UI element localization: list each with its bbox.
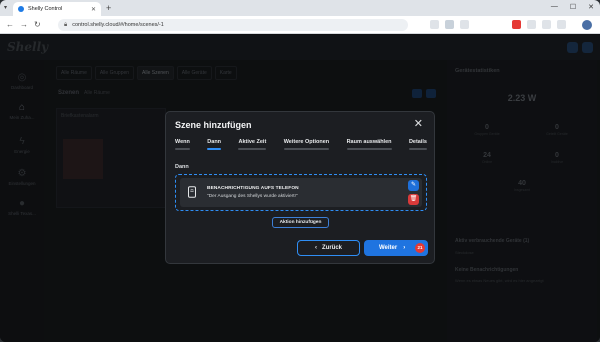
- step-label: Wenn: [175, 139, 190, 145]
- dialog-title: Szene hinzufügen: [175, 120, 252, 130]
- step-indicator: [346, 148, 392, 150]
- step-indicator: [408, 148, 427, 150]
- step-indicator: [238, 148, 267, 150]
- section-label: Dann: [175, 164, 189, 170]
- step-label: Raum auswählen: [346, 139, 392, 145]
- extension-icon[interactable]: [542, 20, 551, 29]
- back-button-label: Zurück: [321, 245, 342, 251]
- step-indicator: [207, 148, 222, 150]
- back-button[interactable]: ‹ Zurück: [297, 240, 360, 256]
- address-bar: ← → ↻ 🔒︎ control.shelly.cloud/#/home/sce…: [0, 16, 600, 34]
- close-window-icon[interactable]: ✕: [588, 3, 594, 11]
- browser-tab[interactable]: Shelly Control ✕: [13, 2, 101, 16]
- chevron-left-icon: ‹: [314, 245, 317, 251]
- close-icon[interactable]: ✕: [414, 119, 423, 130]
- action-description: "Der Ausgang des Shellys wurde aktiviert…: [207, 194, 298, 199]
- pencil-icon: ✎: [410, 182, 417, 188]
- profile-avatar[interactable]: [582, 20, 592, 30]
- minimize-icon[interactable]: —: [551, 3, 558, 11]
- next-button[interactable]: Weiter › 21: [364, 240, 428, 256]
- extension-icon[interactable]: [460, 20, 469, 29]
- next-button-label: Weiter: [379, 245, 398, 251]
- add-scene-dialog: Szene hinzufügen ✕ Wenn Dann Aktive Zeit…: [165, 111, 435, 264]
- window-controls: — ☐ ✕: [551, 3, 594, 11]
- add-action-button[interactable]: Aktion hinzufügen: [272, 217, 329, 228]
- step-count-badge: 21: [415, 243, 425, 253]
- favicon-icon: [18, 6, 24, 12]
- action-title: BENACHRICHTIGUNG AUFS TELEFON: [207, 186, 299, 191]
- forward-nav-icon[interactable]: →: [20, 20, 28, 30]
- step-wenn[interactable]: Wenn: [175, 139, 190, 150]
- close-tab-icon[interactable]: ✕: [91, 6, 96, 13]
- delete-action-button[interactable]: 🗑︎: [408, 194, 419, 205]
- maximize-icon[interactable]: ☐: [570, 3, 576, 11]
- step-weitere-optionen[interactable]: Weitere Optionen: [283, 139, 330, 150]
- step-label: Details: [408, 139, 427, 145]
- action-item[interactable]: BENACHRICHTIGUNG AUFS TELEFON "Der Ausga…: [180, 178, 422, 207]
- url-field[interactable]: 🔒︎ control.shelly.cloud/#/home/scenes/-1: [58, 19, 408, 31]
- edit-action-button[interactable]: ✎: [408, 180, 419, 191]
- step-label: Aktive Zeit: [238, 139, 267, 145]
- tab-strip: ▾ Shelly Control ✕ + — ☐ ✕: [0, 0, 600, 16]
- step-label: Dann: [207, 139, 222, 145]
- tab-title: Shelly Control: [28, 6, 63, 12]
- extension-icon[interactable]: [527, 20, 536, 29]
- action-dropzone: BENACHRICHTIGUNG AUFS TELEFON "Der Ausga…: [175, 174, 427, 211]
- back-nav-icon[interactable]: ←: [6, 20, 14, 30]
- trash-icon: 🗑︎: [409, 196, 418, 202]
- extension-icon[interactable]: [557, 20, 566, 29]
- step-raum-auswaehlen[interactable]: Raum auswählen: [346, 139, 392, 150]
- phone-notification-icon: [187, 186, 197, 201]
- url-text: control.shelly.cloud/#/home/scenes/-1: [72, 22, 164, 28]
- browser-window: ▾ Shelly Control ✕ + — ☐ ✕ ← → ↻ 🔒︎ cont…: [0, 0, 600, 342]
- step-aktive-zeit[interactable]: Aktive Zeit: [238, 139, 267, 150]
- extension-icon[interactable]: [430, 20, 439, 29]
- step-label: Weitere Optionen: [283, 139, 330, 145]
- step-indicator: [283, 148, 330, 150]
- new-tab-icon[interactable]: +: [106, 3, 111, 13]
- tab-search-icon[interactable]: ▾: [4, 4, 7, 11]
- extension-icon[interactable]: [445, 20, 454, 29]
- wizard-steps: Wenn Dann Aktive Zeit Weitere Optionen R…: [175, 139, 427, 150]
- step-dann[interactable]: Dann: [207, 139, 222, 150]
- lock-icon: 🔒︎: [64, 21, 68, 28]
- chevron-right-icon: ›: [403, 245, 406, 251]
- step-indicator: [175, 148, 190, 150]
- extension-icon[interactable]: [512, 20, 521, 29]
- step-details[interactable]: Details: [408, 139, 427, 150]
- reload-icon[interactable]: ↻: [34, 20, 41, 30]
